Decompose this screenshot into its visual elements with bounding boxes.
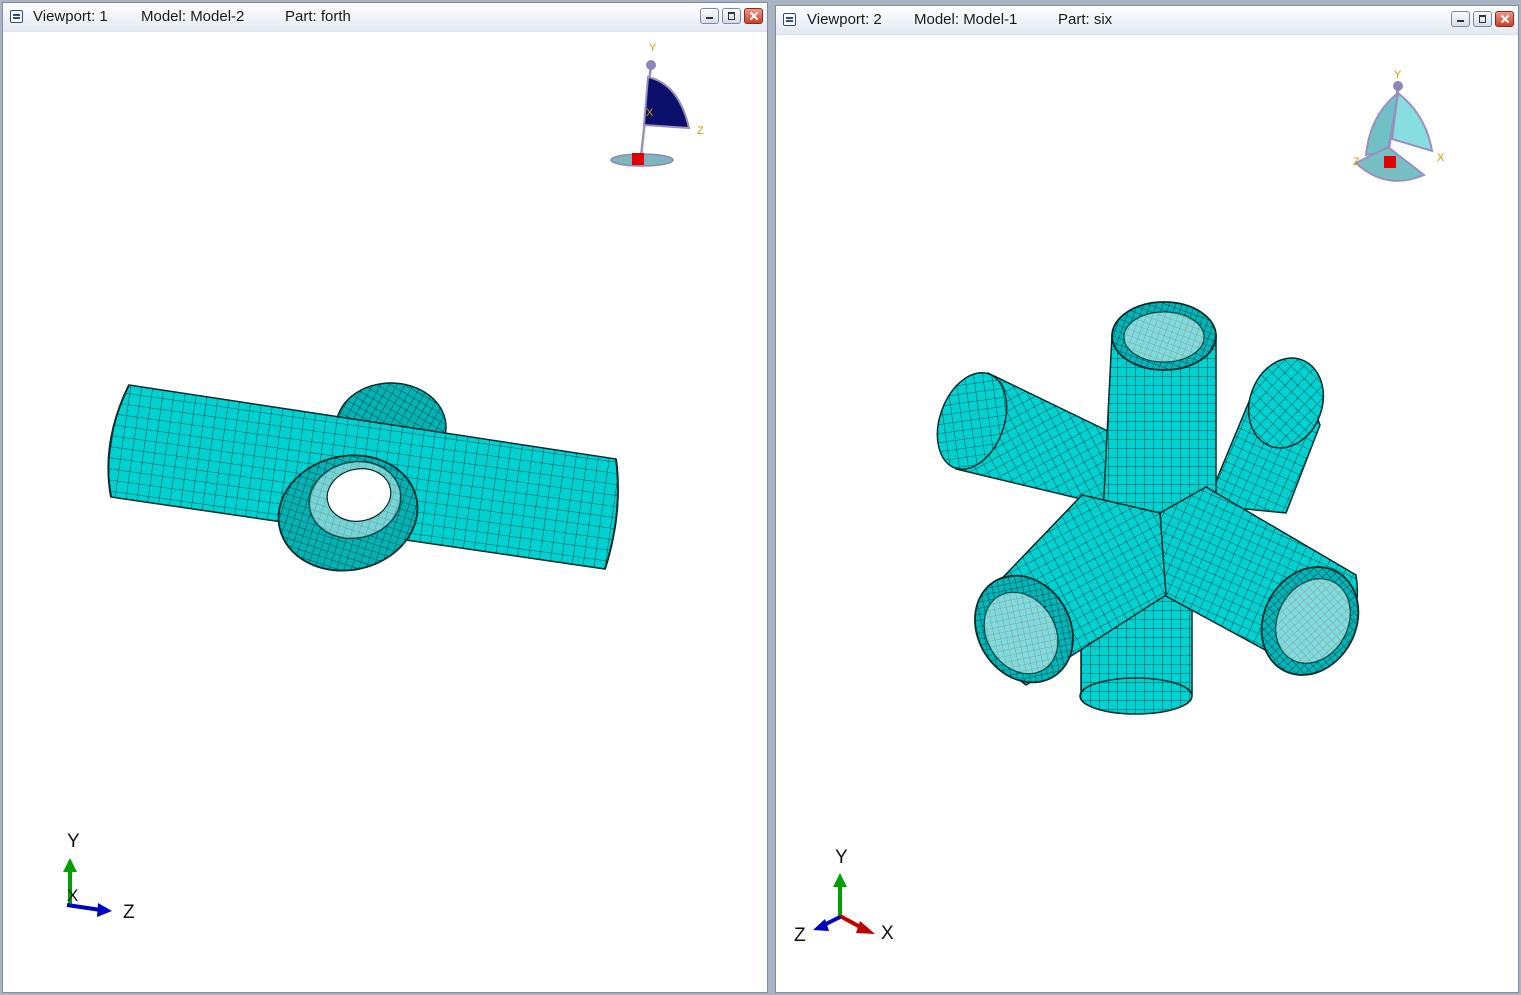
view-cube-y-label: Y: [649, 42, 657, 54]
mesh-part-forth[interactable]: [107, 382, 619, 583]
triad-z-label: Z: [123, 902, 135, 923]
viewport-menu-icon[interactable]: [783, 13, 796, 26]
triad-y-label: Y: [67, 831, 80, 852]
view-cube-icon[interactable]: Y X Z: [1353, 69, 1445, 182]
viewport-1-window[interactable]: Viewport: 1 Model: Model-2 Part: forth Y…: [2, 2, 768, 993]
viewport-2-window[interactable]: Viewport: 2 Model: Model-1 Part: six Y X…: [775, 5, 1519, 993]
viewport-2-part-label: Part: six: [1058, 11, 1113, 28]
triad-z-label: Z: [794, 925, 806, 946]
mesh-part-six[interactable]: [925, 301, 1377, 715]
viewport-2-titlebar[interactable]: Viewport: 2 Model: Model-1 Part: six: [776, 6, 1518, 35]
close-button[interactable]: [1495, 11, 1514, 27]
close-button[interactable]: [744, 8, 763, 24]
viewport-1-model-label: Model: Model-2: [141, 8, 245, 25]
view-cube-x-label: X: [1437, 152, 1445, 164]
view-cube-x-label: X: [646, 107, 654, 119]
view-cube-z-label: Z: [1353, 156, 1360, 168]
view-cube-icon[interactable]: Y Z X: [610, 42, 704, 167]
viewport-1-scene: Y Z X Y Z X: [63, 42, 704, 923]
view-cube-z-label: Z: [697, 125, 704, 137]
viewport-1-canvas[interactable]: Y Z X Y Z X: [3, 32, 767, 992]
view-cube-y-label: Y: [1394, 69, 1402, 81]
viewport-menu-icon[interactable]: [10, 10, 23, 23]
triad-y-label: Y: [835, 847, 848, 868]
triad-x-label: X: [881, 923, 894, 944]
viewport-1-label: Viewport: 1: [33, 8, 108, 25]
viewport-2-model-label: Model: Model-1: [914, 11, 1018, 28]
viewport-1-titlebar[interactable]: Viewport: 1 Model: Model-2 Part: forth: [3, 3, 767, 32]
minimize-button[interactable]: [700, 8, 719, 24]
minimize-button[interactable]: [1451, 11, 1470, 27]
maximize-button[interactable]: [1473, 11, 1492, 27]
maximize-button[interactable]: [722, 8, 741, 24]
triad-x-label: X: [67, 886, 78, 905]
viewport-1-part-label: Part: forth: [285, 8, 351, 25]
triad-axes: Y X Z: [794, 847, 894, 946]
viewport-2-label: Viewport: 2: [807, 11, 882, 28]
triad-axes: Y Z X: [63, 831, 135, 923]
viewport-2-canvas[interactable]: Y X Z Y X Z: [776, 35, 1518, 992]
viewport-2-scene: Y X Z Y X Z: [794, 69, 1445, 946]
